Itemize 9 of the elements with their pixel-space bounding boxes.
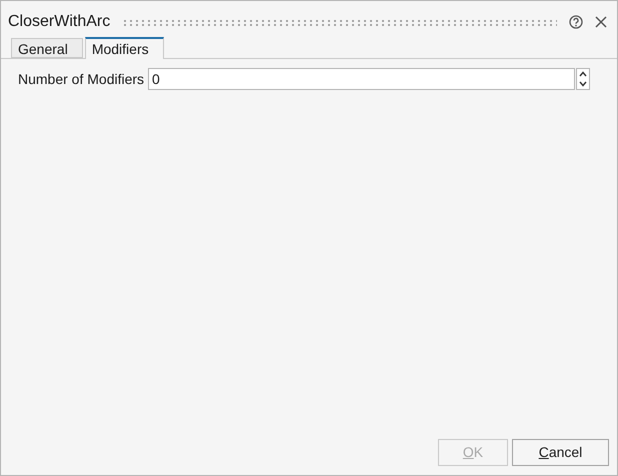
spin-buttons[interactable] <box>576 68 590 90</box>
help-icon[interactable] <box>569 15 583 29</box>
number-field[interactable]: 0 <box>148 68 575 90</box>
dialog-button[interactable]: Cancel <box>512 439 609 466</box>
tab[interactable]: Modifiers <box>84 37 164 59</box>
field-label: Number of Modifiers <box>18 70 144 88</box>
close-icon[interactable] <box>595 16 607 28</box>
window-title: CloserWithArc <box>8 12 110 32</box>
tab[interactable]: General <box>11 38 83 58</box>
